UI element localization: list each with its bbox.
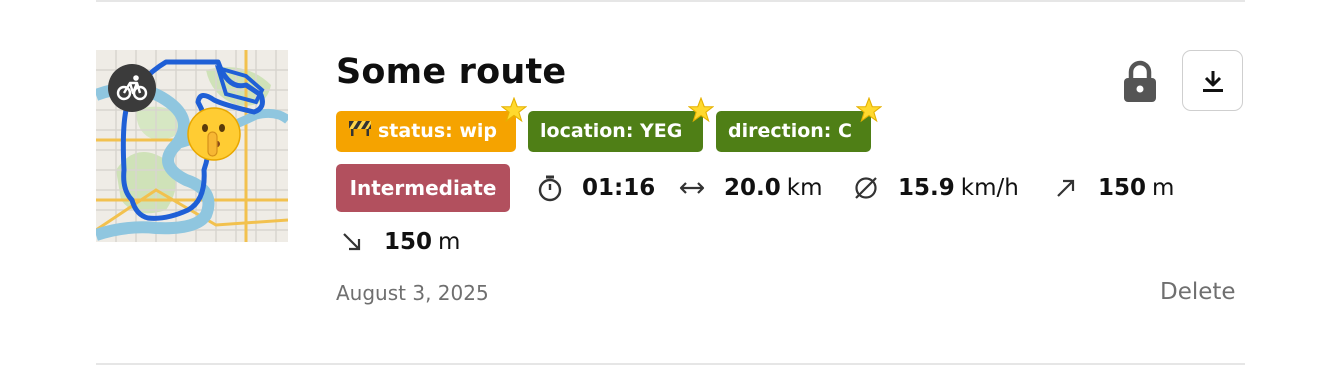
average-speed-value: 15.9 [898, 175, 955, 201]
average-speed-unit: km/h [960, 175, 1019, 201]
distance-stat: 20.0 km [724, 173, 822, 203]
lock-icon [1122, 60, 1158, 104]
tag-status[interactable]: status: wip [336, 97, 527, 152]
distance-value: 20.0 [724, 175, 781, 201]
bottom-divider [96, 363, 1245, 365]
tag-direction-label: direction: C [728, 120, 852, 142]
average-speed-stat: 15.9 km/h [898, 173, 1019, 203]
duration-stat: 01:16 [582, 173, 655, 203]
bicycle-icon [108, 64, 156, 112]
route-title[interactable]: Some route [336, 52, 566, 92]
star-icon [501, 97, 527, 123]
ascent-arrow-icon [1057, 179, 1075, 197]
descent-unit: m [438, 229, 461, 255]
tag-status-label: status: wip [378, 120, 498, 142]
route-map-thumbnail[interactable] [96, 50, 288, 242]
star-icon [856, 97, 882, 123]
descent-arrow-icon [343, 233, 361, 251]
tag-location-label: location: YEG [540, 120, 683, 142]
shushing-face-icon [186, 106, 242, 162]
distance-arrows-icon [679, 182, 705, 194]
tag-direction[interactable]: direction: C [716, 97, 882, 152]
average-speed-icon [855, 177, 877, 199]
route-card: Some route status: wip location: YEG dir… [0, 0, 1341, 366]
ascent-stat: 150 m [1098, 173, 1174, 203]
star-icon [688, 97, 714, 123]
distance-unit: km [786, 175, 823, 201]
descent-stat: 150 m [384, 227, 460, 257]
top-divider [96, 0, 1245, 2]
ascent-unit: m [1152, 175, 1175, 201]
tag-location[interactable]: location: YEG [528, 97, 714, 152]
duration-value: 01:16 [582, 175, 656, 201]
descent-value: 150 [384, 229, 433, 255]
stopwatch-icon [538, 175, 562, 202]
difficulty-badge: Intermediate [336, 164, 510, 212]
ascent-value: 150 [1098, 175, 1147, 201]
download-button[interactable] [1182, 50, 1243, 111]
delete-button[interactable]: Delete [1160, 279, 1236, 305]
route-date: August 3, 2025 [336, 281, 489, 305]
construction-barrier-icon [348, 110, 372, 151]
download-icon [1202, 70, 1223, 92]
